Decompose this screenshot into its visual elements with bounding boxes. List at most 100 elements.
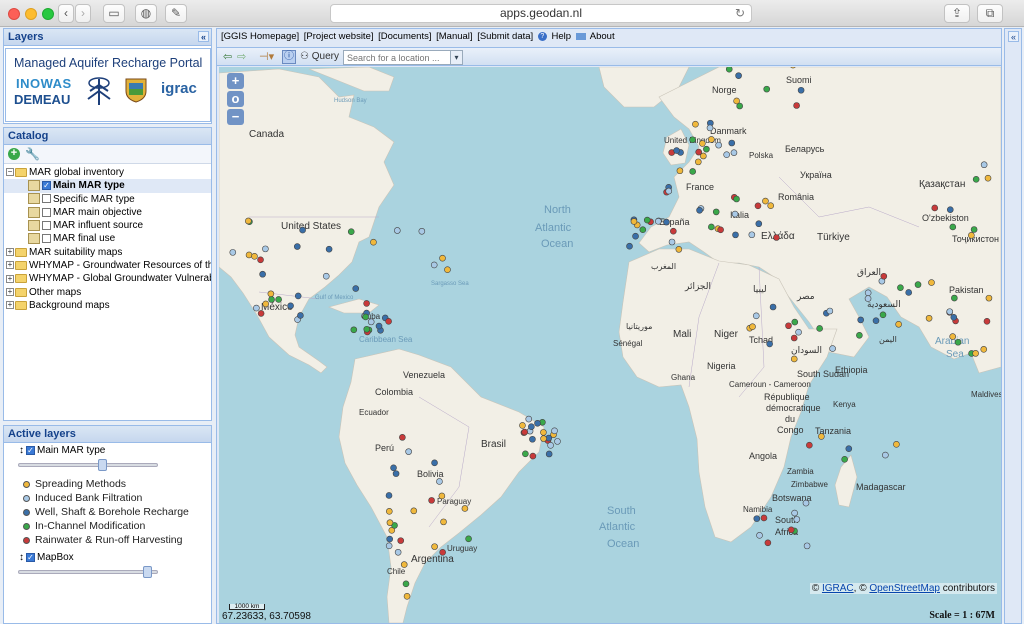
mar-site-marker[interactable]: [787, 526, 795, 534]
share-icon[interactable]: ⇪: [944, 4, 970, 23]
mar-site-marker[interactable]: [914, 281, 922, 288]
mar-site-marker[interactable]: [294, 292, 302, 300]
mar-site-marker[interactable]: [438, 492, 446, 500]
attribution-osm-link[interactable]: OpenStreetMap: [869, 583, 940, 594]
mar-site-marker[interactable]: [551, 427, 558, 435]
drag-handle-icon[interactable]: ↕: [19, 552, 24, 563]
mar-site-marker[interactable]: [630, 218, 638, 225]
mar-site-marker[interactable]: [895, 320, 902, 328]
search-dropdown-icon[interactable]: ▾: [450, 50, 463, 65]
mar-site-marker[interactable]: [925, 314, 933, 322]
mar-site-marker[interactable]: [856, 331, 863, 339]
mar-site-marker[interactable]: [949, 333, 957, 340]
mar-site-marker[interactable]: [403, 593, 411, 600]
mar-site-marker[interactable]: [949, 223, 957, 231]
mar-site-marker[interactable]: [725, 67, 733, 73]
mar-site-marker[interactable]: [703, 145, 710, 153]
mar-site-marker[interactable]: [754, 202, 762, 210]
mar-site-marker[interactable]: [749, 323, 756, 330]
layer-checkbox-checked[interactable]: ✓: [42, 181, 51, 191]
mar-site-marker[interactable]: [785, 322, 792, 330]
link-project-website[interactable]: [Project website]: [304, 31, 374, 42]
mar-site-marker[interactable]: [540, 429, 547, 436]
mar-site-marker[interactable]: [540, 435, 547, 442]
mar-site-marker[interactable]: [882, 451, 889, 459]
tree-node-mar-suitability-maps[interactable]: + MAR suitability maps: [4, 246, 211, 259]
mar-site-marker[interactable]: [399, 434, 406, 441]
mar-site-marker[interactable]: [385, 542, 393, 550]
mar-site-marker[interactable]: [791, 318, 799, 326]
tree-node-whymap-resources[interactable]: + WHYMAP - Groundwater Resources of the W…: [4, 259, 211, 272]
mar-site-marker[interactable]: [465, 535, 472, 543]
mar-site-marker[interactable]: [773, 234, 780, 241]
mar-site-marker[interactable]: [663, 218, 670, 226]
mar-site-marker[interactable]: [767, 202, 775, 209]
opacity-slider-mapbox[interactable]: [18, 566, 158, 578]
mar-site-marker[interactable]: [643, 216, 651, 224]
reload-icon[interactable]: ↻: [735, 5, 745, 22]
info-icon[interactable]: ⓘ: [282, 50, 296, 64]
extension-icon[interactable]: ◍: [135, 4, 157, 23]
mar-site-marker[interactable]: [259, 270, 266, 278]
minimize-window-button[interactable]: [25, 8, 37, 20]
mar-site-marker[interactable]: [439, 548, 446, 556]
mar-site-marker[interactable]: [826, 307, 834, 315]
mar-site-marker[interactable]: [728, 139, 736, 147]
mar-site-marker[interactable]: [762, 197, 769, 205]
mar-site-marker[interactable]: [654, 218, 662, 225]
mar-site-marker[interactable]: [385, 508, 393, 515]
mar-site-marker[interactable]: [394, 548, 402, 556]
mar-site-marker[interactable]: [430, 261, 438, 269]
mar-site-marker[interactable]: [229, 249, 237, 256]
mar-site-marker[interactable]: [363, 300, 370, 307]
layer-checkbox[interactable]: [42, 207, 51, 217]
link-ggis-homepage[interactable]: [GGIS Homepage]: [221, 31, 299, 42]
mar-site-marker[interactable]: [385, 492, 393, 499]
mar-site-marker[interactable]: [525, 415, 533, 423]
mar-site-marker[interactable]: [352, 285, 360, 292]
mar-site-marker[interactable]: [299, 226, 306, 234]
mar-site-marker[interactable]: [717, 226, 724, 234]
mar-site-marker[interactable]: [802, 499, 810, 507]
extension-2-icon[interactable]: ✎: [165, 4, 187, 23]
mar-site-marker[interactable]: [695, 148, 702, 156]
mar-site-marker[interactable]: [440, 518, 447, 526]
expand-node-icon[interactable]: +: [6, 301, 14, 310]
mar-site-marker[interactable]: [731, 210, 739, 218]
mar-site-marker[interactable]: [790, 355, 798, 363]
mar-site-marker[interactable]: [405, 448, 412, 455]
mar-site-marker[interactable]: [528, 423, 535, 431]
link-submit-data[interactable]: [Submit data]: [477, 31, 533, 42]
opacity-slider-main-mar-type[interactable]: [18, 459, 158, 471]
mar-site-marker[interactable]: [392, 470, 400, 477]
mar-site-marker[interactable]: [806, 441, 813, 449]
mar-site-marker[interactable]: [431, 459, 438, 467]
collapse-node-icon[interactable]: −: [6, 168, 14, 177]
mar-site-marker[interactable]: [418, 227, 426, 235]
expand-node-icon[interactable]: +: [6, 288, 14, 297]
mar-site-marker[interactable]: [708, 136, 715, 143]
mar-site-marker[interactable]: [626, 242, 633, 250]
attribution-igrac-link[interactable]: IGRAC: [822, 583, 854, 594]
mar-site-marker[interactable]: [816, 325, 823, 332]
mar-site-marker[interactable]: [268, 296, 275, 303]
mar-site-marker[interactable]: [795, 328, 802, 336]
mar-site-marker[interactable]: [968, 232, 975, 239]
expand-node-icon[interactable]: +: [6, 248, 14, 257]
zoom-in-button[interactable]: +: [227, 73, 244, 89]
mar-site-marker[interactable]: [400, 561, 408, 568]
mar-site-marker[interactable]: [287, 302, 294, 310]
tree-node-mar-main-objective[interactable]: MAR main objective: [4, 206, 211, 219]
mar-site-marker[interactable]: [696, 206, 703, 214]
expand-node-icon[interactable]: +: [6, 261, 14, 270]
query-button[interactable]: ⚇ Query: [300, 50, 339, 64]
mar-site-marker[interactable]: [262, 300, 270, 308]
sidebar-toggle-icon[interactable]: ▭: [103, 4, 125, 23]
mar-site-marker[interactable]: [390, 464, 397, 472]
mar-site-marker[interactable]: [970, 226, 978, 233]
mar-site-marker[interactable]: [257, 256, 264, 264]
mar-site-marker[interactable]: [262, 245, 269, 253]
mar-site-marker[interactable]: [791, 509, 798, 517]
mar-site-marker[interactable]: [766, 340, 773, 348]
mar-site-marker[interactable]: [736, 102, 743, 110]
